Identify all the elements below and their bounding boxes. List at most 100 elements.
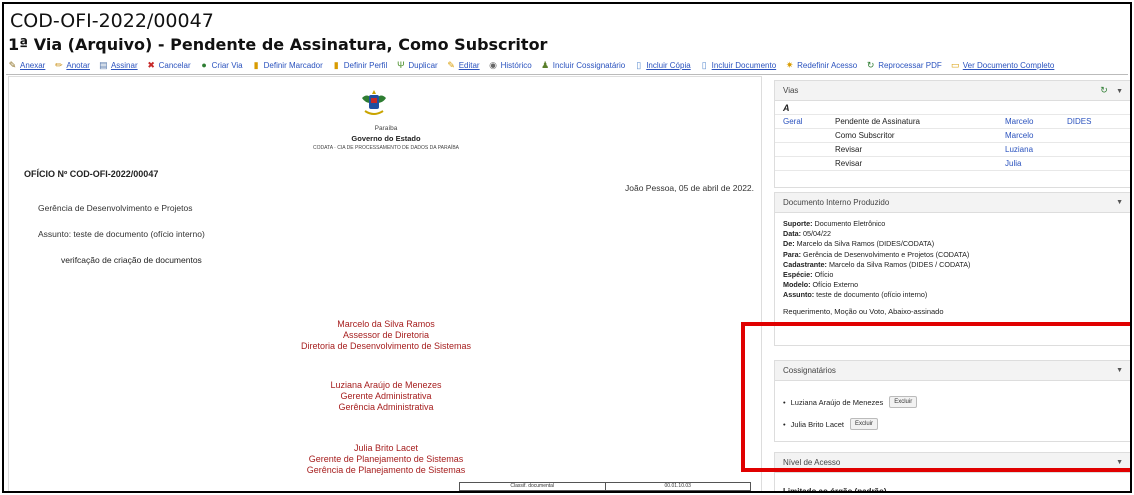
label-de: De: (783, 239, 795, 249)
vias-cell-c3[interactable]: Marcelo (1005, 131, 1067, 140)
label-suporte: Suporte: (783, 219, 813, 228)
document-info-header[interactable]: Documento Interno Produzido ▼ (775, 193, 1130, 213)
signature-unit: Gerência Administrativa (338, 402, 434, 412)
cancel-icon: ✖ (147, 59, 155, 70)
vias-cell-c2: Revisar (835, 145, 863, 154)
vias-cell-c1[interactable]: Geral (775, 117, 835, 126)
signature-role: Gerente de Planejamento de Sistemas (308, 454, 464, 464)
toolbar-item-label: Redefinir Acesso (797, 60, 858, 70)
signature-name: Julia Brito Lacet (353, 443, 419, 453)
history-icon: ◉ (489, 59, 498, 70)
sign-icon: ▤ (99, 59, 108, 70)
toolbar-item-label: Incluir Cossignatário (552, 60, 626, 70)
paperclip-icon: ✎ (8, 59, 17, 70)
toolbar-item-label: Histórico (500, 60, 532, 70)
toolbar-item-label: Definir Perfil (343, 60, 388, 70)
document-info-title: Documento Interno Produzido (783, 198, 890, 207)
doc-date-line: João Pessoa, 05 de abril de 2022. (625, 183, 755, 193)
value-modelo: Ofício Externo (812, 280, 859, 290)
chevron-down-icon[interactable]: ▼ (1116, 88, 1123, 95)
toolbar-criar-via-button[interactable]: ● Criar Via (200, 60, 243, 70)
table-row: Geral Pendente de Assinatura Marcelo DIDES (775, 115, 1130, 129)
toolbar-hist-rico-button[interactable]: ◉ Histórico (489, 59, 532, 70)
toolbar-item-label: Definir Marcador (263, 60, 323, 70)
toolbar-item-label: Reprocessar PDF (878, 60, 942, 70)
document-preview: Paraíba Governo do Estado CODATA · CIA D… (8, 76, 763, 491)
access-level-value: Limitado ao órgão (padrão) (783, 487, 887, 493)
coat-of-arms-icon (362, 90, 386, 115)
doc-number: OFÍCIO Nº COD-OFI-2022/00047 (24, 169, 159, 179)
toolbar-redefinir-acesso-button[interactable]: ✷ Redefinir Acesso (785, 59, 858, 70)
vias-title: Vias (783, 86, 799, 95)
add-document-icon: ▯ (701, 59, 707, 70)
value-para: Gerência de Desenvolvimento e Projetos (… (802, 249, 970, 259)
doc-agency: CODATA · CIA DE PROCESSAMENTO DE DADOS D… (312, 145, 460, 151)
vias-cell-c2: Pendente de Assinatura (835, 117, 920, 126)
signature-block-3: Julia Brito Lacet Gerente de Planejament… (9, 443, 763, 476)
via-status-title: 1ª Via (Arquivo) - Pendente de Assinatur… (8, 35, 548, 54)
doc-state-name: Paraíba (374, 125, 398, 132)
vias-cell-c3[interactable]: Marcelo (1005, 117, 1067, 126)
vias-actions: ↻ ▼ (1100, 85, 1123, 96)
duplicate-icon: Ψ (397, 59, 405, 70)
refresh-icon[interactable]: ↻ (1100, 85, 1108, 95)
label-modelo: Modelo: (783, 280, 811, 290)
label-cadastrante: Cadastrante: (783, 259, 827, 269)
classification-box: Classif. documental 00.01.10.03 (459, 482, 751, 491)
note-icon: ✏ (55, 59, 63, 70)
signature-role: Assessor de Diretoria (342, 330, 430, 340)
toolbar-incluir-cossignat-rio-button[interactable]: ♟ Incluir Cossignatário (541, 60, 626, 70)
toolbar-item-label: Incluir Cópia (646, 60, 691, 70)
toolbar-assinar-button[interactable]: ▤ Assinar (99, 59, 138, 70)
toolbar-item-label: Incluir Documento (711, 60, 777, 70)
label-assunto: Assunto: (783, 290, 815, 300)
value-cadastrante: Marcelo da Silva Ramos (DIDES / CODATA) (828, 259, 971, 269)
toolbar-ver-documento-completo-button[interactable]: ▭ Ver Documento Completo (951, 60, 1055, 70)
value-suporte: Documento Eletrônico (814, 219, 886, 228)
highlight-box (741, 322, 1130, 472)
value-especie: Ofício (814, 270, 834, 280)
signature-name: Luziana Araújo de Menezes (330, 380, 442, 390)
toolbar-reprocessar-pdf-button[interactable]: ↻ Reprocessar PDF (866, 59, 942, 70)
toolbar-item-label: Criar Via (211, 60, 243, 70)
classif-value: 00.01.10.03 (664, 483, 691, 489)
toolbar-incluir-c-pia-button[interactable]: ▯ Incluir Cópia (634, 60, 691, 70)
toolbar-item-label: Cancelar (158, 60, 191, 70)
toolbar-definir-marcador-button[interactable]: ▮ Definir Marcador (252, 59, 323, 70)
reprocess-icon: ↻ (866, 59, 875, 70)
toolbar-cancelar-button[interactable]: ✖ Cancelar (147, 59, 191, 70)
value-de: Marcelo da Silva Ramos (DIDES/CODATA) (796, 239, 935, 249)
value-data: 05/04/22 (802, 229, 831, 239)
vias-cell-c4[interactable]: DIDES (1067, 117, 1127, 126)
toolbar-incluir-documento-button[interactable]: ▯ Incluir Documento (700, 59, 777, 70)
label-data: Data: (783, 229, 801, 239)
profile-icon: ▮ (333, 59, 339, 70)
doc-body-text: verifcação de criação de documentos (61, 255, 202, 265)
toolbar-item-label: Ver Documento Completo (962, 60, 1055, 70)
toolbar-item-label: Assinar (110, 60, 138, 70)
access-icon: ✷ (785, 59, 794, 70)
vias-cell-c3[interactable]: Julia (1005, 159, 1067, 168)
toolbar-anotar-button[interactable]: ✏ Anotar (54, 59, 90, 70)
doc-government: Governo do Estado (351, 134, 421, 143)
toolbar-item-label: Anexar (20, 60, 46, 70)
toolbar-definir-perfil-button[interactable]: ▮ Definir Perfil (332, 59, 388, 70)
toolbar-anexar-button[interactable]: ✎ Anexar (8, 59, 46, 70)
vias-cell-c3[interactable]: Luziana (1005, 145, 1067, 154)
label-especie: Espécie: (783, 270, 813, 280)
doc-recipient: Gerência de Desenvolvimento e Projetos (38, 203, 193, 213)
toolbar-divider (6, 74, 1128, 75)
toolbar-editar-button[interactable]: ✎ Editar (447, 60, 479, 70)
marker-icon: ▮ (253, 59, 259, 70)
toolbar-duplicar-button[interactable]: Ψ Duplicar (396, 59, 438, 70)
signature-block-2: Luziana Araújo de Menezes Gerente Admini… (9, 380, 763, 413)
toolbar-item-label: Anotar (66, 60, 90, 70)
table-row: Revisar Julia (775, 157, 1130, 171)
signature-name: Marcelo da Silva Ramos (337, 319, 435, 329)
document-code-title: COD-OFI-2022/00047 (10, 10, 214, 32)
doc-info-extra: Requerimento, Moção ou Voto, Abaixo-assi… (783, 306, 944, 316)
chevron-down-icon[interactable]: ▼ (1116, 199, 1123, 206)
doc-subject: Assunto: teste de documento (ofício inte… (38, 229, 205, 239)
vias-cell-c2: Como Subscritor (835, 131, 895, 140)
table-row: Revisar Luziana (775, 143, 1130, 157)
